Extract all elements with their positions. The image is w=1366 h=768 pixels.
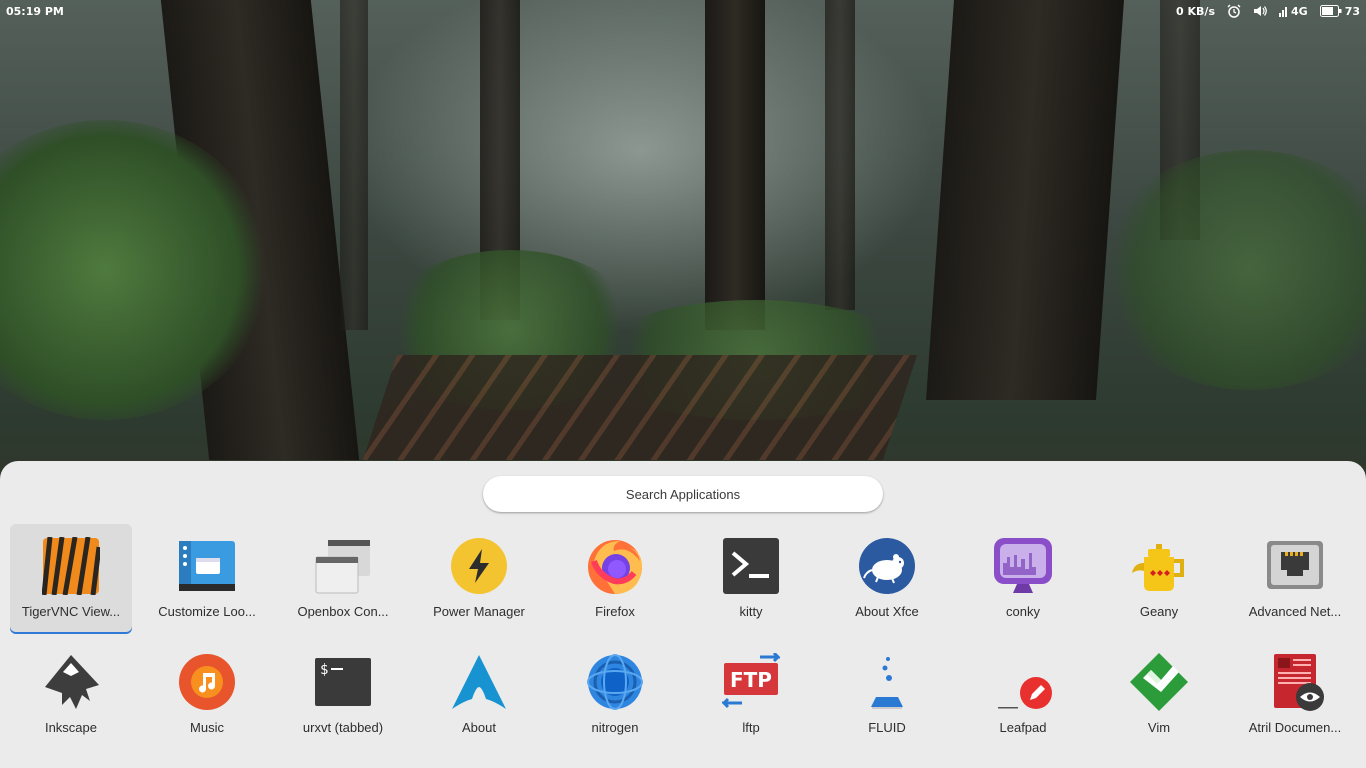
app-label: kitty: [739, 604, 763, 619]
wallpaper-tree: [340, 0, 368, 330]
alarm-icon[interactable]: [1227, 4, 1241, 18]
app-tile-firefox[interactable]: Firefox: [554, 524, 676, 634]
system-tray: 0 KB/s 4G 73: [1176, 4, 1360, 18]
geany-teapot-icon: [1129, 536, 1189, 596]
app-tile-conky[interactable]: conky: [962, 524, 1084, 634]
network-type: 4G: [1291, 4, 1308, 18]
app-label: Vim: [1147, 720, 1171, 735]
battery-level: 73: [1344, 4, 1360, 18]
app-tile-openbox-config[interactable]: Openbox Con...: [282, 524, 404, 634]
customize-look-icon: [177, 536, 237, 596]
app-label: Firefox: [595, 604, 635, 619]
nitrogen-icon: [585, 652, 645, 712]
app-label: TigerVNC View...: [21, 604, 121, 619]
app-tile-about[interactable]: About: [418, 640, 540, 750]
app-label: urxvt (tabbed): [302, 720, 384, 735]
app-label: About Xfce: [855, 604, 919, 619]
app-tile-advanced-network[interactable]: Advanced Net...: [1234, 524, 1356, 634]
vim-icon: [1129, 652, 1189, 712]
app-label: Customize Loo...: [158, 604, 256, 619]
power-manager-icon: [449, 536, 509, 596]
mobile-network[interactable]: 4G: [1279, 5, 1308, 18]
app-label: Power Manager: [433, 604, 525, 619]
app-label: Leafpad: [999, 720, 1047, 735]
app-label: Inkscape: [44, 720, 98, 735]
app-label: Openbox Con...: [297, 604, 389, 619]
app-label: Atril Documen...: [1248, 720, 1342, 735]
app-tile-music[interactable]: Music: [146, 640, 268, 750]
app-label: lftp: [742, 720, 760, 735]
ftp-icon: FTP: [721, 652, 781, 712]
volume-icon[interactable]: [1253, 4, 1267, 18]
network-speed: 0 KB/s: [1176, 4, 1215, 18]
svg-text:FTP: FTP: [730, 668, 772, 692]
top-panel: 05:19 PM 0 KB/s 4G 73: [0, 0, 1366, 24]
leafpad-edit-icon: [993, 652, 1053, 712]
arch-logo-icon: [449, 652, 509, 712]
app-tile-vim[interactable]: Vim: [1098, 640, 1220, 750]
svg-text:$: $: [320, 662, 328, 678]
openbox-config-icon: [313, 536, 373, 596]
network-ethernet-icon: [1265, 536, 1325, 596]
app-tile-urxvt[interactable]: $ urxvt (tabbed): [282, 640, 404, 750]
app-label: Advanced Net...: [1248, 604, 1342, 619]
app-tile-kitty[interactable]: kitty: [690, 524, 812, 634]
app-tile-geany[interactable]: Geany: [1098, 524, 1220, 634]
wallpaper-foliage: [1100, 150, 1366, 390]
clock[interactable]: 05:19 PM: [6, 5, 64, 18]
battery-icon: [1319, 5, 1342, 17]
xfce-mouse-icon: [857, 536, 917, 596]
search-input[interactable]: [483, 476, 883, 512]
app-tile-lftp[interactable]: FTP lftp: [690, 640, 812, 750]
document-viewer-icon: [1265, 652, 1325, 712]
signal-icon: [1279, 7, 1287, 17]
wallpaper-tree: [825, 0, 855, 310]
app-tile-power-manager[interactable]: Power Manager: [418, 524, 540, 634]
app-tile-tigervnc[interactable]: TigerVNC View...: [10, 524, 132, 634]
app-tile-about-xfce[interactable]: About Xfce: [826, 524, 948, 634]
tigervnc-icon: [41, 536, 101, 596]
app-label: FLUID: [868, 720, 906, 735]
app-tile-nitrogen[interactable]: nitrogen: [554, 640, 676, 750]
music-icon: [177, 652, 237, 712]
app-label: conky: [1006, 604, 1040, 619]
wallpaper-stairs: [362, 355, 918, 460]
app-label: Geany: [1139, 604, 1179, 619]
wallpaper-tree: [705, 0, 765, 330]
app-tile-fluid[interactable]: FLUID: [826, 640, 948, 750]
inkscape-icon: [41, 652, 101, 712]
conky-monitor-icon: [993, 536, 1053, 596]
app-tile-atril[interactable]: Atril Documen...: [1234, 640, 1356, 750]
app-tile-inkscape[interactable]: Inkscape: [10, 640, 132, 750]
battery[interactable]: 73: [1319, 4, 1360, 18]
app-drawer: TigerVNC View... Customize Loo... Openbo…: [0, 461, 1366, 768]
firefox-icon: [585, 536, 645, 596]
app-label: About: [462, 720, 496, 735]
wallpaper-tree: [926, 0, 1124, 400]
app-tile-leafpad[interactable]: Leafpad: [962, 640, 1084, 750]
app-tile-customize-look[interactable]: Customize Loo...: [146, 524, 268, 634]
fluid-flask-icon: [857, 652, 917, 712]
app-label: nitrogen: [591, 720, 639, 735]
terminal-icon: [721, 536, 781, 596]
app-label: Music: [190, 720, 224, 735]
urxvt-terminal-icon: $: [313, 652, 373, 712]
